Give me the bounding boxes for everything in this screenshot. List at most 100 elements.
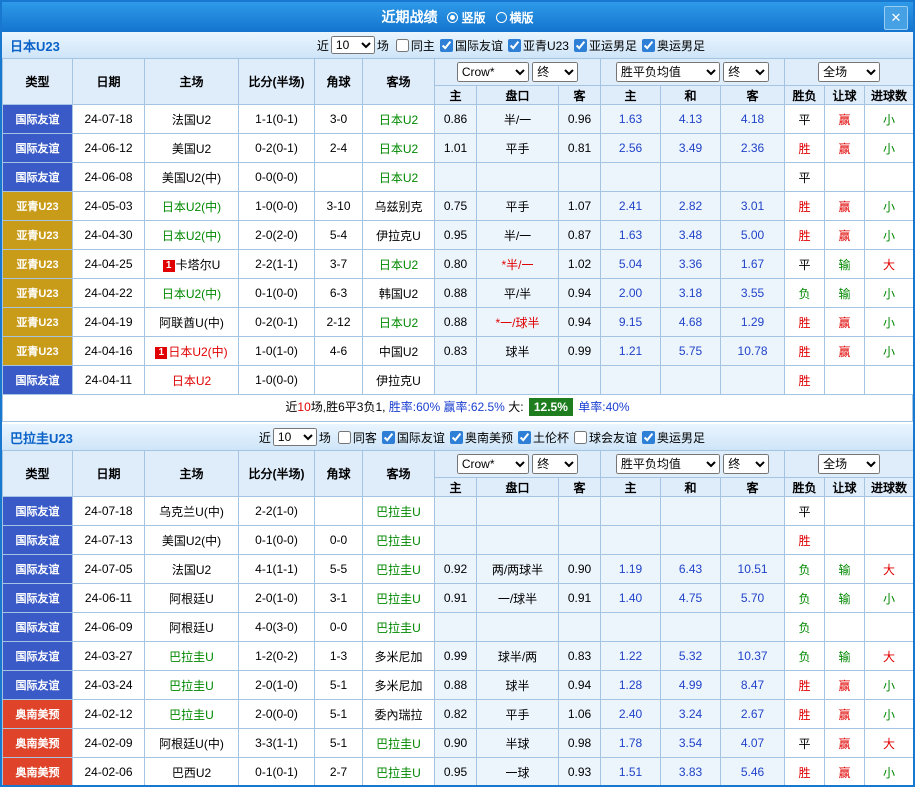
filter-bar: 近10场同客国际友谊奥南美预土伦杯球会友谊奥运男足 — [257, 428, 705, 446]
avg-home: 1.28 — [601, 671, 661, 700]
scope-select[interactable]: 全场 — [818, 62, 880, 82]
col-avg-away: 客 — [721, 478, 785, 497]
avg-metric-select[interactable]: 胜平负均值 — [616, 62, 720, 82]
filter-checkbox[interactable] — [574, 431, 587, 444]
avg-draw: 4.99 — [661, 671, 721, 700]
odds-handicap-line: 球半/两 — [477, 642, 559, 671]
handicap-result: 赢 — [825, 221, 865, 250]
away-team: 韩国U2 — [363, 279, 435, 308]
handicap-result: 输 — [825, 642, 865, 671]
match-type: 亚青U23 — [3, 279, 73, 308]
layout-horizontal-radio[interactable]: 横版 — [496, 9, 534, 26]
filter-checkbox[interactable] — [642, 431, 655, 444]
match-type: 国际友谊 — [3, 613, 73, 642]
avg-away: 10.78 — [721, 337, 785, 366]
handicap-result — [825, 366, 865, 395]
score: 2-0(2-0) — [239, 221, 315, 250]
filter-亚青U23[interactable]: 亚青U23 — [503, 37, 569, 54]
scope-select[interactable]: 全场 — [818, 454, 880, 474]
filter-checkbox[interactable] — [382, 431, 395, 444]
section-paraguay-u23: 巴拉圭U23 近10场同客国际友谊奥南美预土伦杯球会友谊奥运男足 类型 日期 主… — [2, 424, 913, 787]
filter-checkbox[interactable] — [518, 431, 531, 444]
handicap-result: 赢 — [825, 134, 865, 163]
home-team: 巴拉圭U — [145, 671, 239, 700]
close-button[interactable]: ✕ — [884, 6, 908, 30]
odds-company-select[interactable]: Crow* — [457, 454, 529, 474]
away-team: 日本U2 — [363, 163, 435, 192]
filter-checkbox[interactable] — [574, 39, 587, 52]
goals-result — [865, 366, 914, 395]
radio-checked-icon — [447, 12, 458, 23]
filter-奥南美预[interactable]: 奥南美预 — [445, 429, 513, 446]
filter-checkbox[interactable] — [440, 39, 453, 52]
recent-count-select[interactable]: 10 — [331, 36, 375, 54]
filter-奥运男足[interactable]: 奥运男足 — [637, 37, 705, 54]
goals-result: 大 — [865, 555, 914, 584]
match-row: 国际友谊24-06-12美国U20-2(0-1)2-4日本U21.01平手0.8… — [3, 134, 914, 163]
score: 2-2(1-0) — [239, 497, 315, 526]
score: 1-0(1-0) — [239, 337, 315, 366]
score: 0-2(0-1) — [239, 134, 315, 163]
window-title: 近期战绩 — [381, 7, 437, 27]
match-row: 国际友谊24-06-11阿根廷U2-0(1-0)3-1巴拉圭U0.91一/球半0… — [3, 584, 914, 613]
filter-奥运男足[interactable]: 奥运男足 — [637, 429, 705, 446]
odds-company-select[interactable]: Crow* — [457, 62, 529, 82]
odds-home: 0.88 — [435, 308, 477, 337]
result: 负 — [785, 279, 825, 308]
match-row: 亚青U2324-04-251卡塔尔U2-2(1-1)3-7日本U20.80*半/… — [3, 250, 914, 279]
filter-同主[interactable]: 同主 — [391, 37, 435, 54]
match-type: 国际友谊 — [3, 642, 73, 671]
avg-home — [601, 613, 661, 642]
filter-亚运男足[interactable]: 亚运男足 — [569, 37, 637, 54]
avg-metric-select[interactable]: 胜平负均值 — [616, 454, 720, 474]
home-team: 阿根廷U — [145, 584, 239, 613]
home-team: 日本U2 — [145, 366, 239, 395]
handicap-result: 赢 — [825, 700, 865, 729]
filter-土伦杯[interactable]: 土伦杯 — [513, 429, 569, 446]
away-team: 日本U2 — [363, 250, 435, 279]
corner-score: 0-0 — [315, 526, 363, 555]
filter-label: 同主 — [411, 37, 435, 54]
filter-国际友谊[interactable]: 国际友谊 — [435, 37, 503, 54]
filter-checkbox[interactable] — [396, 39, 409, 52]
filter-同客[interactable]: 同客 — [333, 429, 377, 446]
avg-final-select[interactable]: 终 — [723, 454, 769, 474]
avg-final-select[interactable]: 终 — [723, 62, 769, 82]
odds-final-select[interactable]: 终 — [532, 62, 578, 82]
avg-draw — [661, 613, 721, 642]
match-type: 奥南美预 — [3, 729, 73, 758]
filter-checkbox[interactable] — [338, 431, 351, 444]
filter-checkbox[interactable] — [642, 39, 655, 52]
away-team: 巴拉圭U — [363, 555, 435, 584]
summary-segment: 场,胜6平3负1, — [311, 400, 389, 414]
filter-label: 奥南美预 — [465, 429, 513, 446]
odds-away: 0.81 — [559, 134, 601, 163]
col-avg-draw: 和 — [661, 478, 721, 497]
odds-away: 1.07 — [559, 192, 601, 221]
goals-result: 小 — [865, 192, 914, 221]
recent-count-select[interactable]: 10 — [273, 428, 317, 446]
odds-final-select[interactable]: 终 — [532, 454, 578, 474]
result: 胜 — [785, 308, 825, 337]
filter-checkbox[interactable] — [508, 39, 521, 52]
match-type: 亚青U23 — [3, 337, 73, 366]
section-header: 巴拉圭U23 近10场同客国际友谊奥南美预土伦杯球会友谊奥运男足 — [2, 424, 913, 450]
summary-bar: 近10场,胜6平3负1, 胜率:60% 赢率:62.5% 大: 12.5% 单率… — [2, 395, 913, 422]
result: 胜 — [785, 134, 825, 163]
result: 负 — [785, 584, 825, 613]
corner-score: 3-1 — [315, 584, 363, 613]
odds-away: 0.83 — [559, 642, 601, 671]
corner-score: 3-0 — [315, 105, 363, 134]
handicap-result — [825, 613, 865, 642]
corner-score: 2-4 — [315, 134, 363, 163]
away-team: 日本U2 — [363, 134, 435, 163]
filter-checkbox[interactable] — [450, 431, 463, 444]
odds-home: 0.91 — [435, 584, 477, 613]
home-team: 乌克兰U(中) — [145, 497, 239, 526]
odds-handicap-line: 平手 — [477, 134, 559, 163]
avg-away: 5.46 — [721, 758, 785, 787]
filter-球会友谊[interactable]: 球会友谊 — [569, 429, 637, 446]
match-type: 亚青U23 — [3, 221, 73, 250]
layout-vertical-radio[interactable]: 竖版 — [447, 9, 485, 26]
filter-国际友谊[interactable]: 国际友谊 — [377, 429, 445, 446]
